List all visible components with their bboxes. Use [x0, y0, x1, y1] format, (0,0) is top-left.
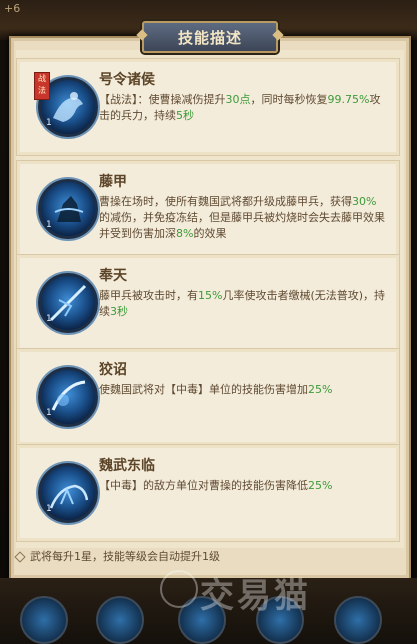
watermark-cat-icon [160, 570, 198, 608]
dialog-title-plaque: 技能描述 [136, 21, 284, 53]
skill-icon[interactable]: 1 [38, 179, 98, 239]
dialog-title: 技能描述 [177, 29, 242, 47]
footer-note: 武将每升1星，技能等级会自动提升1级 [14, 548, 220, 566]
skill-icon[interactable]: 1 [38, 463, 98, 523]
skill-description: 曹操在场时，使所有魏国武将都升级成藤甲兵，获得30%的减伤，并免疫冻结，但是藤甲… [99, 195, 385, 240]
skill-name: 狡诏 [99, 362, 127, 378]
skill-icon[interactable]: 1 [38, 273, 98, 333]
skill-name: 奉天 [99, 268, 127, 284]
footer-text: 武将每升1星，技能等级会自动提升1级 [30, 550, 220, 563]
skill-level: 1 [46, 408, 52, 418]
skill-description: 【战法】：使曹操减伤提升30点，同时每秒恢复99.75%攻击的兵力，持续5秒 [99, 93, 381, 122]
skill-description: 【中毒】的敌方单位对曹操的技能伤害降低25% [99, 479, 333, 492]
bottom-skill-icon[interactable] [334, 596, 382, 644]
skill-card[interactable]: 1 战法 号令诸侯 【战法】：使曹操减伤提升30点，同时每秒恢复99.75%攻击… [16, 58, 400, 156]
skill-card[interactable]: 1 藤甲 曹操在场时，使所有魏国武将都升级成藤甲兵，获得30%的减伤，并免疫冻结… [16, 160, 400, 258]
skill-card[interactable]: 1 奉天 藤甲兵被攻击时，有15%几率使攻击者缴械(无法普攻)，持续3秒 [16, 254, 400, 352]
skill-level: 1 [46, 220, 52, 230]
watermark-text: 交易猫 [200, 576, 311, 616]
skill-card[interactable]: 1 狡诏 使魏国武将对【中毒】单位的技能伤害增加25% [16, 348, 400, 446]
skill-name: 魏武东临 [99, 458, 155, 474]
skill-description: 藤甲兵被攻击时，有15%几率使攻击者缴械(无法普攻)，持续3秒 [99, 289, 386, 318]
skill-level: 1 [46, 504, 52, 514]
skill-level: 1 [46, 118, 52, 128]
skill-description: 使魏国武将对【中毒】单位的技能伤害增加25% [99, 383, 333, 396]
skill-icon[interactable]: 1 [38, 367, 98, 427]
skill-card[interactable]: 1 魏武东临 【中毒】的敌方单位对曹操的技能伤害降低25% [16, 444, 400, 542]
tactic-badge: 战法 [34, 72, 50, 100]
skill-level: 1 [46, 314, 52, 324]
corner-value: +6 [4, 2, 21, 15]
bottom-skill-icon[interactable] [96, 596, 144, 644]
bottom-skill-icon[interactable] [20, 596, 68, 644]
skill-name: 藤甲 [99, 174, 127, 190]
diamond-icon [14, 551, 26, 563]
skill-name: 号令诸侯 [99, 72, 155, 88]
